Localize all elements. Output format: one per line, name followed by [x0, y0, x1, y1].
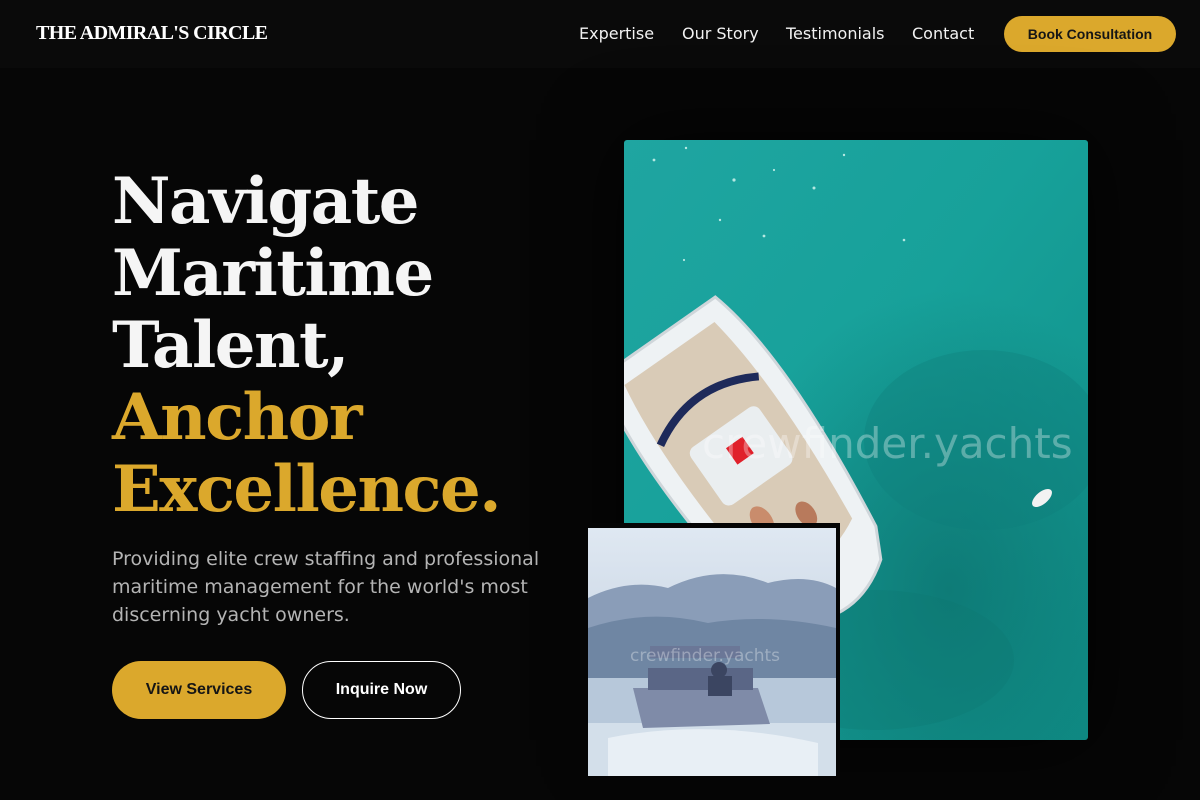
speedboat-photo: crewfinder.yachts: [588, 528, 836, 776]
nav-link-our-story[interactable]: Our Story: [682, 24, 759, 43]
inset-photo-watermark: crewfinder.yachts: [630, 646, 780, 666]
nav-link-testimonials[interactable]: Testimonials: [786, 24, 885, 43]
nav-link-expertise[interactable]: Expertise: [579, 24, 654, 43]
hero-subcopy: Providing elite crew staffing and profes…: [112, 548, 540, 626]
inset-photo-frame: crewfinder.yachts: [585, 523, 840, 779]
top-navigation: THE ADMIRAL'S CIRCLE Expertise Our Story…: [0, 0, 1200, 68]
inquire-now-button[interactable]: Inquire Now: [302, 661, 461, 719]
headline-accent-line-2: Excellence.: [112, 452, 501, 527]
nav-link-contact[interactable]: Contact: [912, 24, 974, 43]
main-photo-watermark: crewfinder.yachts: [702, 419, 1073, 468]
headline-accent-line-1: Anchor: [112, 380, 363, 455]
headline-line-1: Navigate: [112, 164, 419, 239]
headline-line-3: Talent,: [112, 308, 349, 383]
book-consultation-button[interactable]: Book Consultation: [1004, 16, 1176, 52]
headline-line-2: Maritime: [112, 236, 434, 311]
view-services-button[interactable]: View Services: [112, 661, 286, 719]
hero-headline: Navigate Maritime Talent, Anchor Excelle…: [112, 166, 582, 526]
